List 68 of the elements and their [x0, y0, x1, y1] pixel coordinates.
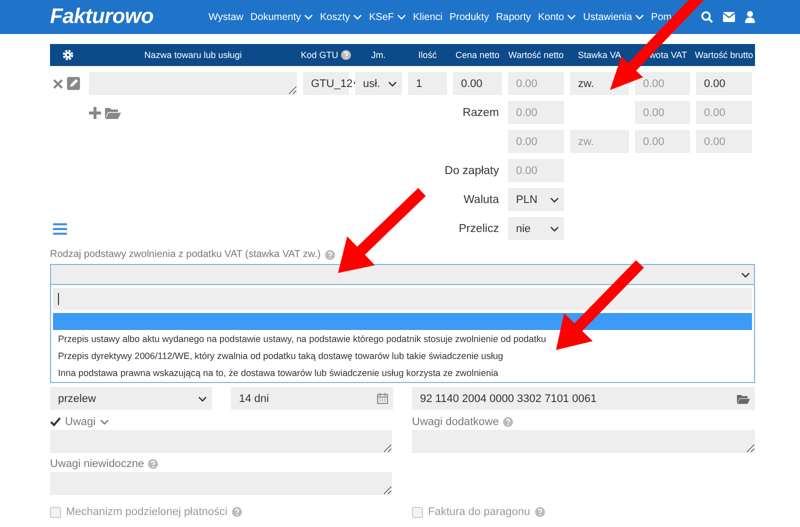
input-field: 0.00 [635, 101, 690, 124]
input-field: 0.00 [696, 101, 752, 124]
nav-link[interactable]: KSeF [369, 12, 406, 22]
dropdown-option[interactable]: Inna podstawa prawna wskazującą na to, że dostawa towarów lub świadczenie usług korzysta ze zwolnienia [53, 364, 752, 381]
input-field: 0.00 [635, 72, 690, 95]
nav-link[interactable]: Klienci [413, 12, 442, 22]
nav-link[interactable]: Wystaw [208, 12, 244, 22]
field-label: Uwagi [65, 416, 96, 428]
input-field[interactable]: 0.00 [696, 72, 752, 95]
nav-link[interactable]: Dokumenty [250, 12, 313, 22]
column-header: wota VAT [649, 50, 687, 60]
input-field: 0.00 [696, 130, 752, 153]
settings-icon[interactable] [62, 49, 74, 61]
column-header: Wartość netto [508, 50, 564, 60]
field-label: Rodzaj podstawy zwolnienia z podatku VAT (stawka VAT zw.) [50, 249, 321, 260]
column-header: Kod GTU [300, 50, 338, 60]
total-label: Razem [462, 106, 499, 118]
nav-link[interactable]: Pom [651, 12, 672, 22]
input-field: 0.00 [508, 101, 564, 124]
field-label: Przelicz [458, 222, 499, 234]
checkbox[interactable] [412, 506, 423, 518]
pencil-icon[interactable] [67, 77, 80, 90]
folder-icon[interactable] [737, 394, 750, 404]
checkbox[interactable] [50, 506, 61, 518]
column-header: Ilość [418, 50, 437, 60]
column-header: Stawka VA [578, 50, 622, 60]
menu-icon[interactable] [53, 222, 67, 234]
input-field: 0.00 [508, 130, 564, 153]
nav-link[interactable]: Konto [538, 12, 576, 22]
select-field[interactable]: przelew [50, 387, 212, 410]
input-field[interactable]: 0.00 [453, 72, 502, 95]
checkmark-icon[interactable] [50, 416, 61, 426]
select-field[interactable] [50, 264, 755, 285]
field-label: Do zapłaty [444, 164, 499, 176]
field-label: Waluta [464, 194, 499, 206]
input-field: 0.00 [508, 159, 564, 182]
input-field[interactable]: 14 dni [231, 387, 393, 410]
nav-link[interactable]: Produkty [449, 12, 489, 22]
calendar-icon [377, 393, 388, 404]
column-header: Nazwa towaru lub usługi [144, 50, 242, 60]
close-icon[interactable] [53, 78, 63, 88]
dropdown-option[interactable]: Przepis dyrektywy 2006/112/WE, który zwalnia od podatku taką dostawę towarów lub takie świadczenie usług [53, 347, 752, 364]
dropdown-option[interactable]: Przepis ustawy albo aktu wydanego na podstawie ustawy, na podstawie którego podatnik stosuje zwolnienie od podatku [53, 330, 752, 347]
folder-icon[interactable] [105, 106, 121, 118]
user-icon[interactable] [745, 11, 755, 23]
search-icon[interactable] [701, 11, 713, 23]
mail-icon[interactable] [723, 12, 735, 22]
checkbox-label: Faktura do paragonu [428, 506, 530, 518]
search-field[interactable] [53, 288, 752, 310]
column-header: Cena netto [455, 50, 500, 60]
column-header: Jm. [371, 50, 386, 60]
field-label: Uwagi niewidoczne [50, 458, 144, 470]
select-field[interactable]: usł. [355, 72, 402, 95]
plus-icon[interactable] [89, 106, 101, 118]
input-field[interactable]: 1 [408, 72, 447, 95]
logo: Fakturowo [50, 5, 154, 29]
column-header: Wartość brutto [694, 50, 754, 60]
nav-link[interactable]: Koszty [320, 12, 362, 22]
nav-link[interactable]: Raporty [496, 12, 531, 22]
input-field: 0.00 [635, 130, 690, 153]
checkbox-label: Mechanizm podzielonej płatności [66, 506, 228, 518]
input-field: 0.00 [508, 72, 564, 95]
select-field[interactable]: PLN [508, 188, 564, 211]
input-field[interactable]: 92 1140 2004 0000 3302 7101 0061 [412, 387, 755, 410]
input-field: zw. [570, 130, 629, 153]
select-field[interactable]: nie [508, 217, 564, 240]
nav-link[interactable]: Ustawienia [583, 12, 644, 22]
field-label: Uwagi dodatkowe [412, 416, 499, 428]
